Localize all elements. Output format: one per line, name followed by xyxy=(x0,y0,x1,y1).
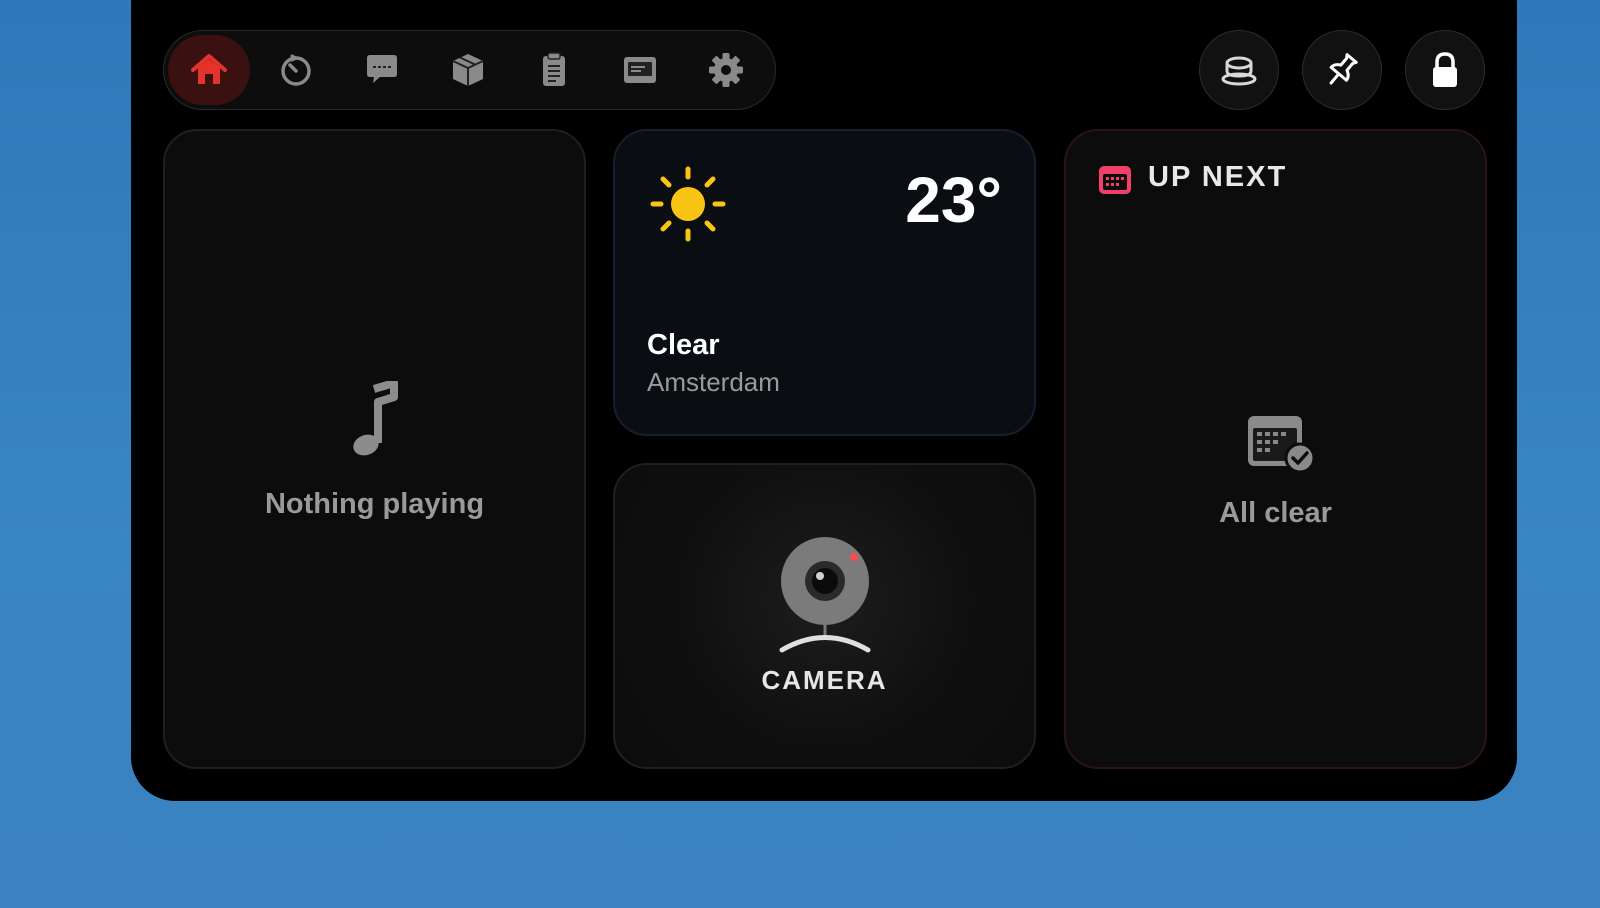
tab-settings[interactable] xyxy=(686,34,766,106)
tab-display[interactable] xyxy=(600,34,680,106)
calendar-check-icon xyxy=(1248,416,1316,474)
calendar-widget[interactable]: UP NEXT All clear xyxy=(1064,129,1487,769)
display-icon xyxy=(624,57,656,83)
tab-clipboard[interactable] xyxy=(514,34,594,106)
tab-box[interactable] xyxy=(428,34,508,106)
chat-icon xyxy=(367,55,397,83)
coffee-cup-icon xyxy=(1221,56,1257,86)
lock-button[interactable] xyxy=(1405,30,1485,110)
camera-widget[interactable]: CAMERA xyxy=(613,463,1036,769)
timer-icon xyxy=(281,54,311,86)
caffeinate-button[interactable] xyxy=(1199,30,1279,110)
weather-condition: Clear xyxy=(647,329,720,361)
calendar-status: All clear xyxy=(1219,497,1332,529)
camera-label: CAMERA xyxy=(761,665,888,695)
tab-home[interactable] xyxy=(168,35,250,105)
music-widget[interactable]: Nothing playing xyxy=(163,129,586,769)
box-icon xyxy=(452,54,484,86)
webcam-icon xyxy=(779,537,871,653)
clipboard-icon xyxy=(543,52,565,86)
tab-bar xyxy=(163,30,776,110)
home-icon xyxy=(191,54,227,84)
weather-widget[interactable]: 23° Clear Amsterdam xyxy=(613,129,1036,436)
pin-icon xyxy=(1329,53,1358,85)
sun-icon xyxy=(650,166,726,242)
music-status: Nothing playing xyxy=(264,488,485,520)
calendar-title: UP NEXT xyxy=(1148,161,1288,193)
calendar-icon xyxy=(1099,166,1131,194)
tab-timer[interactable] xyxy=(256,34,336,106)
music-note-icon xyxy=(353,381,398,456)
pin-button[interactable] xyxy=(1302,30,1382,110)
tab-chat[interactable] xyxy=(342,34,422,106)
weather-location: Amsterdam xyxy=(647,367,780,397)
gear-icon xyxy=(709,53,743,87)
temperature: 23° xyxy=(905,164,1002,236)
lock-icon xyxy=(1433,52,1457,87)
